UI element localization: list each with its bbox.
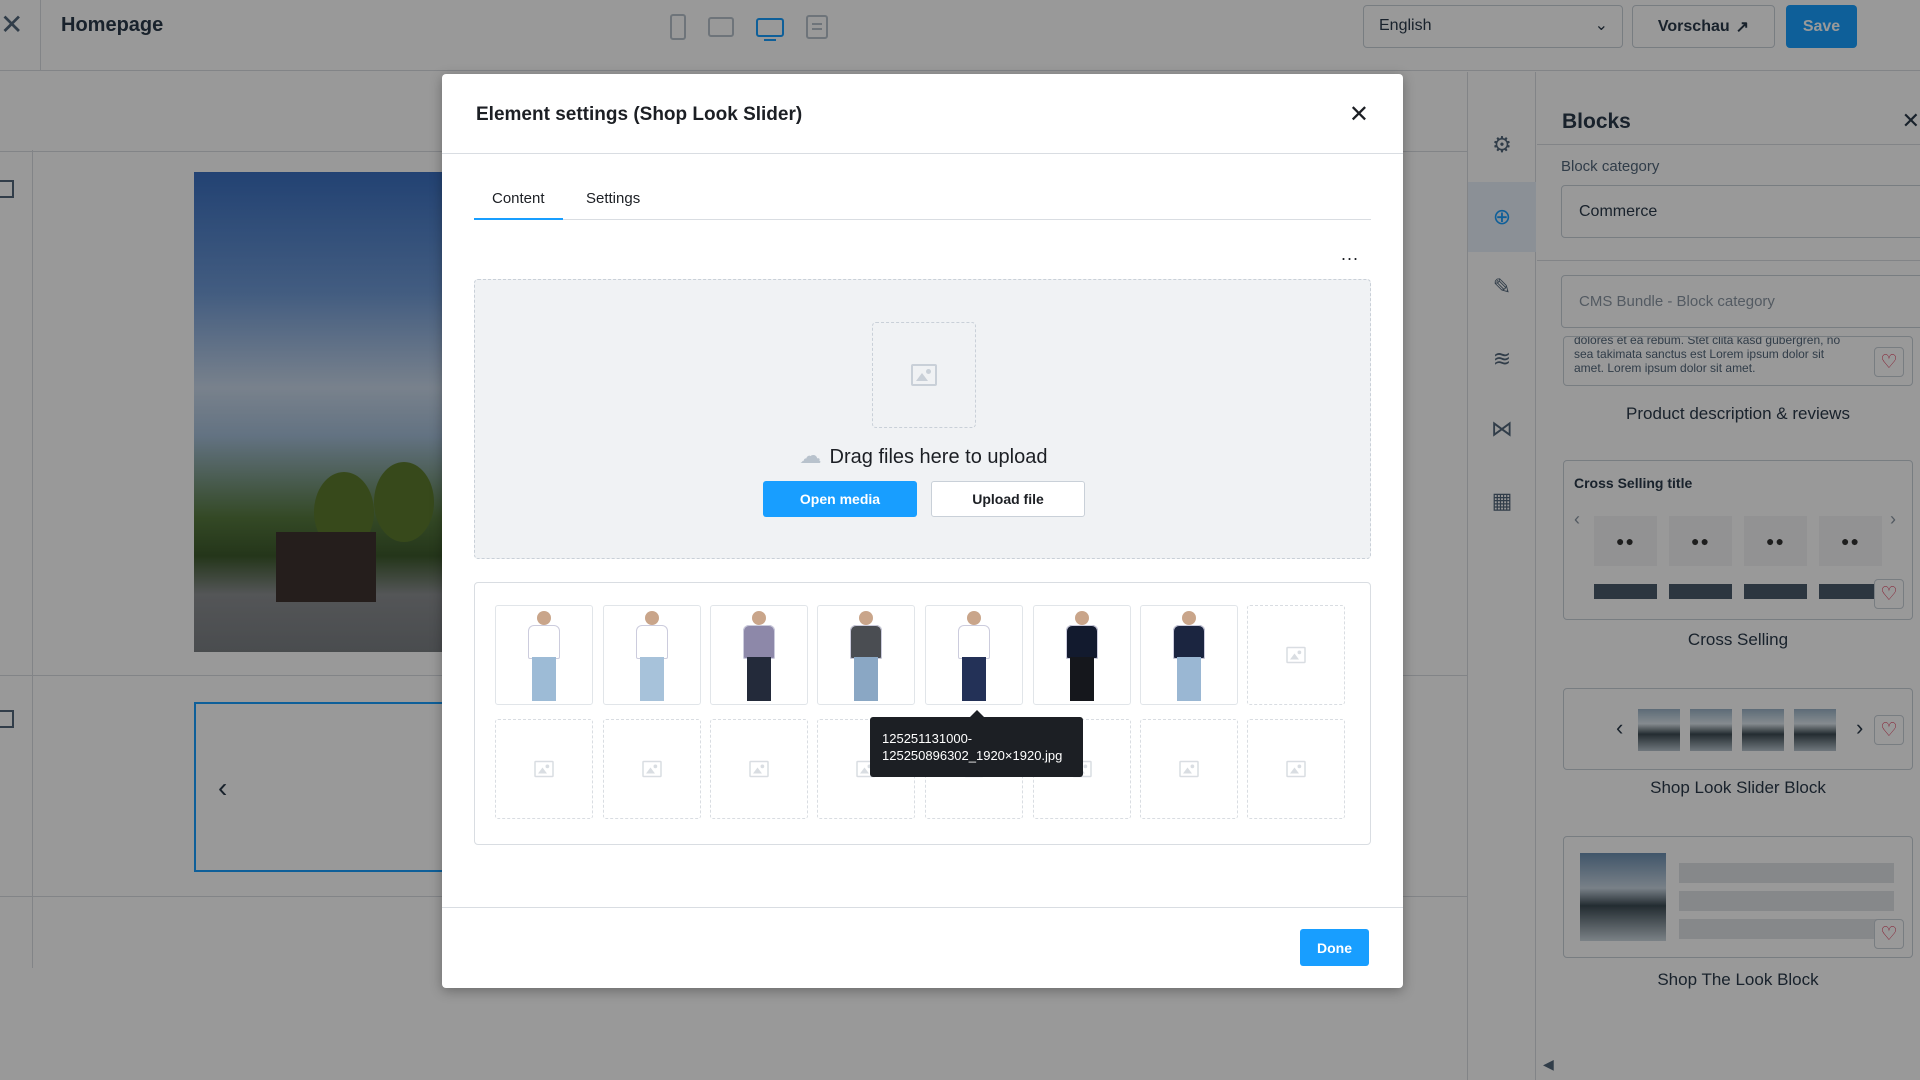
model-figure: [844, 607, 888, 703]
model-pants: [532, 657, 556, 701]
open-media-button[interactable]: Open media: [763, 481, 917, 517]
empty-media-slot[interactable]: [1247, 719, 1345, 819]
media-thumbnail[interactable]: [710, 605, 808, 705]
model-top: [958, 625, 990, 659]
model-pants: [1070, 657, 1094, 701]
model-top: [1066, 625, 1098, 659]
more-options-icon[interactable]: ...: [1341, 244, 1359, 265]
model-head: [967, 611, 981, 625]
modal-title: Element settings (Shop Look Slider): [476, 104, 803, 125]
media-thumbnail[interactable]: [1140, 605, 1238, 705]
image-icon: [911, 364, 937, 386]
empty-media-slot[interactable]: [603, 719, 701, 819]
model-head: [537, 611, 551, 625]
upload-file-button[interactable]: Upload file: [931, 481, 1085, 517]
modal-tabs: Content Settings: [474, 182, 1371, 220]
model-pants: [747, 657, 771, 701]
media-thumbnail[interactable]: [495, 605, 593, 705]
cloud-upload-icon: ☁: [799, 443, 822, 468]
model-top: [1173, 625, 1205, 659]
media-thumbnail[interactable]: [1033, 605, 1131, 705]
tab-content[interactable]: Content: [474, 182, 563, 220]
tab-settings[interactable]: Settings: [568, 182, 658, 220]
filename-tooltip: 125251131000- 125250896302_1920×1920.jpg: [870, 710, 1083, 777]
empty-media-slot[interactable]: [710, 719, 808, 819]
model-top: [743, 625, 775, 659]
dropzone-text: ☁ Drag files here to upload: [475, 443, 1372, 469]
divider: [442, 907, 1403, 908]
model-figure: [1060, 607, 1104, 703]
model-pants: [640, 657, 664, 701]
media-gallery: [474, 582, 1371, 845]
image-icon: [534, 760, 554, 778]
tooltip-line: 125251131000-: [882, 731, 973, 746]
empty-media-slot[interactable]: [1247, 605, 1345, 705]
image-icon: [1286, 646, 1306, 664]
model-head: [752, 611, 766, 625]
image-icon: [642, 760, 662, 778]
media-thumbnail[interactable]: [603, 605, 701, 705]
model-head: [645, 611, 659, 625]
empty-media-slot[interactable]: [1140, 719, 1238, 819]
model-pants: [962, 657, 986, 701]
image-placeholder: [872, 322, 976, 428]
model-top: [528, 625, 560, 659]
model-pants: [854, 657, 878, 701]
dropzone-label: Drag files here to upload: [829, 446, 1048, 468]
model-top: [636, 625, 668, 659]
image-icon: [1179, 760, 1199, 778]
close-icon[interactable]: ✕: [1349, 100, 1369, 129]
model-figure: [952, 607, 996, 703]
media-thumbnail[interactable]: [817, 605, 915, 705]
model-top: [850, 625, 882, 659]
upload-dropzone[interactable]: ☁ Drag files here to upload Open media Up…: [474, 279, 1371, 559]
model-head: [859, 611, 873, 625]
empty-media-slot[interactable]: [495, 719, 593, 819]
tooltip-line: 125250896302_1920×1920.jpg: [882, 748, 1063, 763]
model-figure: [1167, 607, 1211, 703]
media-thumbnail[interactable]: [925, 605, 1023, 705]
model-figure: [522, 607, 566, 703]
image-icon: [1286, 760, 1306, 778]
done-button[interactable]: Done: [1300, 929, 1369, 966]
divider: [442, 153, 1403, 154]
model-head: [1182, 611, 1196, 625]
model-pants: [1177, 657, 1201, 701]
element-settings-modal: Element settings (Shop Look Slider) ✕ Co…: [442, 74, 1403, 988]
model-figure: [630, 607, 674, 703]
image-icon: [749, 760, 769, 778]
model-head: [1075, 611, 1089, 625]
model-figure: [737, 607, 781, 703]
